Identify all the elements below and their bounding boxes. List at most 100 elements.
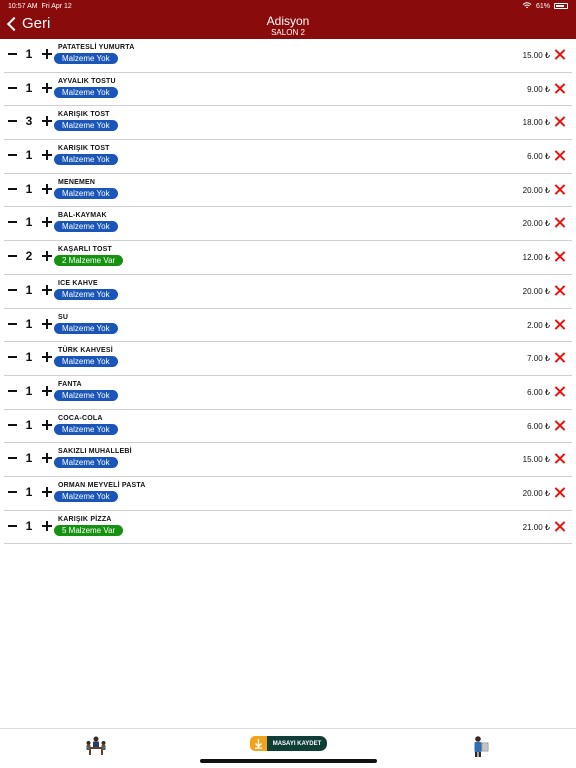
order-row: 3 KARIŞIK TOST Malzeme Yok 18.00 ₺ xyxy=(4,106,572,141)
delete-icon[interactable] xyxy=(555,420,566,431)
quantity-value: 1 xyxy=(25,383,33,398)
item-name: AYVALIK TOSTU xyxy=(58,77,116,85)
increase-button[interactable] xyxy=(40,350,54,364)
decrease-button[interactable] xyxy=(6,114,20,128)
ingredients-badge[interactable]: Malzeme Yok xyxy=(54,389,118,401)
decrease-button[interactable] xyxy=(6,283,20,297)
item-name: COCA-COLA xyxy=(58,414,103,422)
save-table-label: MASAYI KAYDET xyxy=(272,740,322,747)
item-price: 15.00 ₺ xyxy=(522,51,550,60)
waiter-table-icon[interactable] xyxy=(85,735,107,757)
increase-button[interactable] xyxy=(40,215,54,229)
item-name: TÜRK KAHVESİ xyxy=(58,347,113,355)
delete-icon[interactable] xyxy=(555,116,566,127)
decrease-button[interactable] xyxy=(6,451,20,465)
delete-icon[interactable] xyxy=(555,49,566,60)
increase-button[interactable] xyxy=(40,47,54,61)
order-row: 1 AYVALIK TOSTU Malzeme Yok 9.00 ₺ xyxy=(4,73,572,107)
increase-button[interactable] xyxy=(40,519,54,533)
decrease-button[interactable] xyxy=(6,384,20,398)
item-price: 21.00 ₺ xyxy=(522,522,550,532)
order-row: 1 ORMAN MEYVELİ PASTA Malzeme Yok 20.00 ₺ xyxy=(4,477,572,511)
increase-button[interactable] xyxy=(40,418,54,432)
increase-button[interactable] xyxy=(40,249,54,263)
decrease-button[interactable] xyxy=(6,317,20,331)
delete-icon[interactable] xyxy=(555,285,566,296)
home-indicator[interactable] xyxy=(200,759,377,763)
ingredients-badge[interactable]: Malzeme Yok xyxy=(54,53,118,64)
decrease-button[interactable] xyxy=(6,47,20,61)
delete-icon[interactable] xyxy=(555,251,566,262)
quantity-value: 1 xyxy=(25,181,33,196)
status-left: 10:57 AM Fri Apr 12 xyxy=(8,3,72,10)
ingredients-badge[interactable]: Malzeme Yok xyxy=(54,154,118,166)
increase-button[interactable] xyxy=(40,81,54,95)
status-right: 61% xyxy=(522,1,568,11)
increase-button[interactable] xyxy=(40,182,54,196)
increase-button[interactable] xyxy=(40,317,54,331)
delete-icon[interactable] xyxy=(555,453,566,464)
ingredients-badge[interactable]: Malzeme Yok xyxy=(54,187,118,199)
quantity-value: 2 xyxy=(25,249,33,264)
order-row: 1 COCA-COLA Malzeme Yok 6.00 ₺ xyxy=(4,410,572,444)
delete-icon[interactable] xyxy=(555,150,566,161)
ingredients-badge[interactable]: Malzeme Yok xyxy=(54,288,118,300)
ingredients-badge[interactable]: Malzeme Yok xyxy=(54,490,118,502)
quantity-value: 1 xyxy=(25,215,33,230)
increase-button[interactable] xyxy=(40,114,54,128)
quantity-value: 1 xyxy=(25,451,33,466)
decrease-button[interactable] xyxy=(6,249,20,263)
ingredients-badge[interactable]: 2 Malzeme Var xyxy=(54,255,124,267)
quantity-value: 1 xyxy=(25,316,33,331)
item-price: 7.00 ₺ xyxy=(527,354,550,364)
ingredients-badge[interactable]: Malzeme Yok xyxy=(54,322,118,334)
delete-icon[interactable] xyxy=(555,521,566,532)
order-row: 2 KAŞARLI TOST 2 Malzeme Var 12.00 ₺ xyxy=(4,241,572,275)
order-row: 1 KARIŞIK TOST Malzeme Yok 6.00 ₺ xyxy=(4,140,572,174)
item-name: KARIŞIK TOST xyxy=(58,111,110,119)
increase-button[interactable] xyxy=(40,148,54,162)
delete-icon[interactable] xyxy=(555,217,566,228)
item-price: 18.00 ₺ xyxy=(522,118,550,128)
wifi-icon xyxy=(522,1,532,11)
ingredients-badge[interactable]: Malzeme Yok xyxy=(54,356,118,368)
nav-bar: Geri Adisyon SALON 2 xyxy=(0,12,576,39)
delete-icon[interactable] xyxy=(555,319,566,330)
page-subtitle: SALON 2 xyxy=(271,28,305,37)
delete-icon[interactable] xyxy=(555,386,566,397)
ingredients-badge[interactable]: Malzeme Yok xyxy=(54,221,118,233)
increase-button[interactable] xyxy=(40,283,54,297)
ingredients-badge[interactable]: Malzeme Yok xyxy=(54,120,118,132)
ingredients-badge[interactable]: Malzeme Yok xyxy=(54,457,118,469)
decrease-button[interactable] xyxy=(6,519,20,533)
decrease-button[interactable] xyxy=(6,148,20,162)
waiter-menu-icon[interactable] xyxy=(469,735,491,757)
increase-button[interactable] xyxy=(40,485,54,499)
save-table-button[interactable]: MASAYI KAYDET xyxy=(250,736,327,751)
increase-button[interactable] xyxy=(40,451,54,465)
order-row: 1 BAL-KAYMAK Malzeme Yok 20.00 ₺ xyxy=(4,207,572,242)
decrease-button[interactable] xyxy=(6,485,20,499)
item-price: 20.00 ₺ xyxy=(522,185,550,195)
quantity-value: 1 xyxy=(25,417,33,432)
increase-button[interactable] xyxy=(40,384,54,398)
delete-icon[interactable] xyxy=(555,352,566,363)
decrease-button[interactable] xyxy=(6,215,20,229)
ingredients-badge[interactable]: 5 Malzeme Var xyxy=(54,524,124,536)
status-date: Fri Apr 12 xyxy=(41,2,72,10)
delete-icon[interactable] xyxy=(555,487,566,498)
decrease-button[interactable] xyxy=(6,182,20,196)
status-bar: 10:57 AM Fri Apr 12 61% xyxy=(0,0,576,12)
decrease-button[interactable] xyxy=(6,350,20,364)
item-price: 20.00 ₺ xyxy=(522,488,550,498)
download-icon xyxy=(250,736,267,751)
decrease-button[interactable] xyxy=(6,418,20,432)
battery-percent: 61% xyxy=(535,2,550,10)
ingredients-badge[interactable]: Malzeme Yok xyxy=(54,423,118,435)
delete-icon[interactable] xyxy=(555,184,566,195)
ingredients-badge[interactable]: Malzeme Yok xyxy=(54,86,118,98)
decrease-button[interactable] xyxy=(6,81,20,95)
page-title: Adisyon xyxy=(266,14,310,28)
delete-icon[interactable] xyxy=(555,83,566,94)
order-row: 1 SU Malzeme Yok 2.00 ₺ xyxy=(4,309,572,343)
